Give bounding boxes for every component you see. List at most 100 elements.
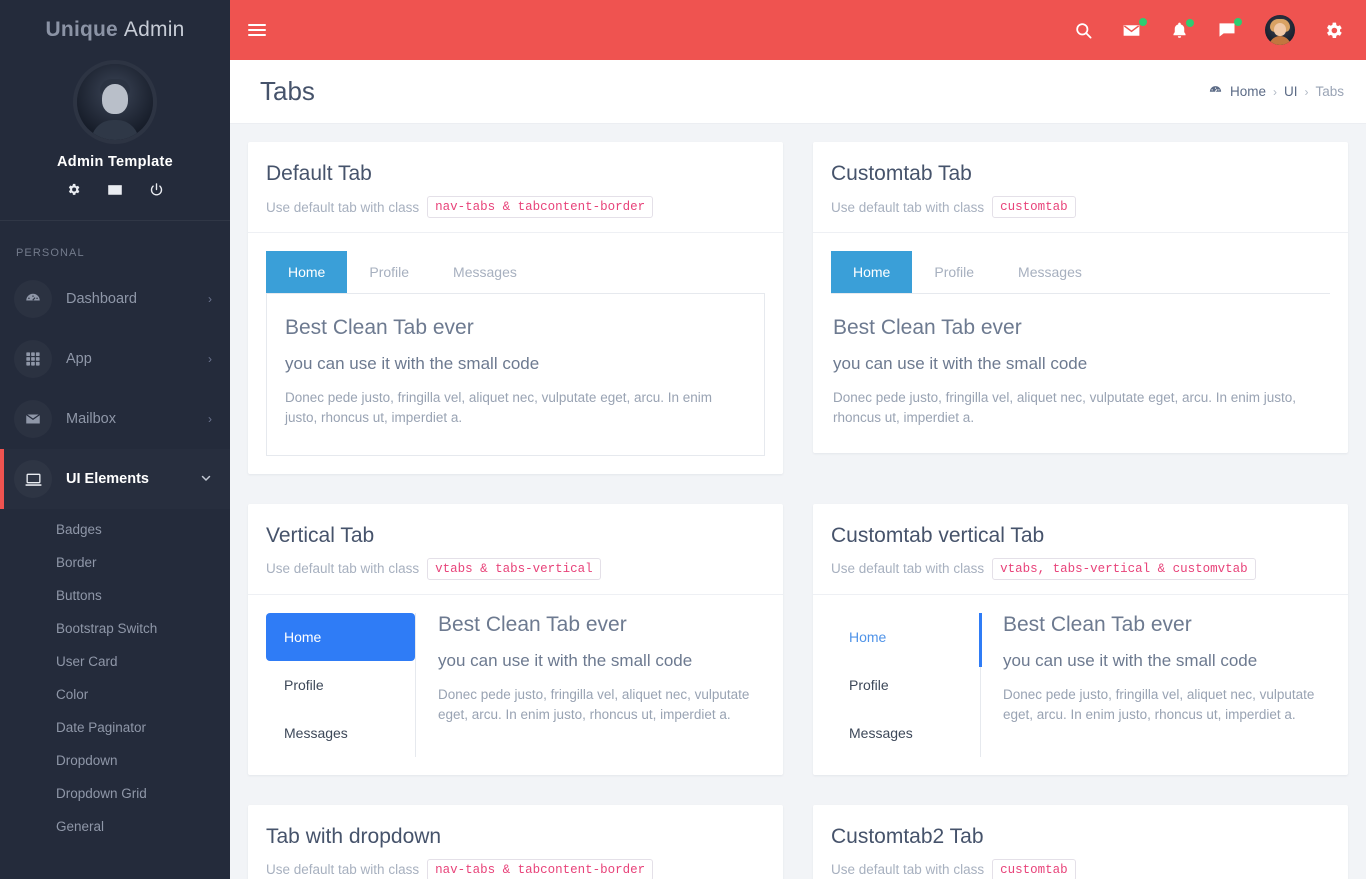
card-title: Customtab Tab bbox=[831, 162, 972, 185]
brand-logo[interactable]: Unique Admin bbox=[0, 0, 230, 60]
sidebar-subitem-dropdown[interactable]: Dropdown bbox=[0, 744, 230, 777]
main-area: Tabs Home › UI › Tabs Default Tab Use de… bbox=[230, 0, 1366, 879]
breadcrumb-separator: › bbox=[1304, 84, 1309, 99]
tab-panel: Best Clean Tab ever you can use it with … bbox=[266, 293, 765, 456]
power-icon[interactable] bbox=[149, 182, 164, 198]
tab-profile[interactable]: Profile bbox=[347, 251, 431, 293]
hamburger-menu-icon[interactable] bbox=[248, 21, 266, 39]
code-badge: customtab bbox=[992, 196, 1076, 218]
card-subtitle: Use default tab with class nav-tabs & ta… bbox=[266, 858, 765, 879]
tab-home[interactable]: Home bbox=[266, 251, 348, 293]
tab-profile[interactable]: Profile bbox=[266, 661, 415, 709]
subtitle-text: Use default tab with class bbox=[831, 561, 985, 576]
tab-messages[interactable]: Messages bbox=[996, 251, 1104, 293]
panel-subheading: you can use it with the small code bbox=[285, 354, 540, 373]
avatar[interactable] bbox=[77, 64, 153, 140]
chevron-right-icon: › bbox=[208, 352, 212, 366]
tab-home[interactable]: Home bbox=[831, 251, 913, 293]
code-badge: nav-tabs & tabcontent-border bbox=[427, 196, 654, 218]
card-customtab: Customtab Tab Use default tab with class… bbox=[813, 142, 1348, 453]
breadcrumb-ui[interactable]: UI bbox=[1284, 84, 1298, 99]
panel-heading: Best Clean Tab ever bbox=[833, 316, 1022, 339]
tab-messages[interactable]: Messages bbox=[431, 251, 539, 293]
avatar[interactable] bbox=[1265, 15, 1295, 45]
profile-actions bbox=[0, 182, 230, 198]
sidebar-subitem-date-paginator[interactable]: Date Paginator bbox=[0, 711, 230, 744]
tab-profile[interactable]: Profile bbox=[831, 661, 980, 709]
card-tab-with-dropdown: Tab with dropdown Use default tab with c… bbox=[248, 804, 783, 879]
sidebar-item-label: Mailbox bbox=[66, 411, 116, 427]
column-left: Default Tab Use default tab with class n… bbox=[248, 142, 783, 474]
topbar-actions bbox=[1074, 15, 1344, 45]
sidebar-subitem-user-card[interactable]: User Card bbox=[0, 645, 230, 678]
tab-list: Home Profile Messages bbox=[831, 251, 1330, 294]
envelope-icon[interactable] bbox=[107, 182, 123, 198]
topbar bbox=[230, 0, 1366, 60]
grid-icon bbox=[14, 340, 52, 378]
code-badge: customtab bbox=[992, 858, 1076, 879]
panel-paragraph: Donec pede justo, fringilla vel, aliquet… bbox=[285, 390, 713, 426]
card-body: Home Profile Messages Best Clean Tab eve… bbox=[813, 595, 1348, 775]
breadcrumb-home[interactable]: Home bbox=[1230, 84, 1266, 99]
envelope-icon bbox=[14, 400, 52, 438]
card-customtab2: Customtab2 Tab Use default tab with clas… bbox=[813, 804, 1348, 879]
tab-messages[interactable]: Messages bbox=[266, 709, 415, 757]
sidebar-subitem-bootstrap-switch[interactable]: Bootstrap Switch bbox=[0, 612, 230, 645]
card-customtab-vertical: Customtab vertical Tab Use default tab w… bbox=[813, 503, 1348, 775]
sidebar: Unique Admin Admin Template PERSONAL Das… bbox=[0, 0, 230, 879]
gear-icon[interactable] bbox=[1323, 20, 1344, 41]
tab-panel: Best Clean Tab ever you can use it with … bbox=[831, 294, 1330, 435]
card-header: Default Tab Use default tab with class n… bbox=[248, 142, 783, 233]
profile-name: Admin Template bbox=[57, 154, 173, 170]
sidebar-subitem-border[interactable]: Border bbox=[0, 546, 230, 579]
card-subtitle: Use default tab with class nav-tabs & ta… bbox=[266, 196, 765, 218]
notification-dot bbox=[1186, 18, 1194, 27]
active-tab-indicator bbox=[979, 612, 982, 667]
app-root: Unique Admin Admin Template PERSONAL Das… bbox=[0, 0, 1366, 879]
sidebar-item-dashboard[interactable]: Dashboard › bbox=[0, 269, 230, 329]
envelope-icon[interactable] bbox=[1121, 17, 1147, 41]
chat-icon[interactable] bbox=[1217, 18, 1242, 40]
content-area: Default Tab Use default tab with class n… bbox=[230, 124, 1366, 879]
subtitle-text: Use default tab with class bbox=[266, 561, 420, 576]
card-header: Customtab2 Tab Use default tab with clas… bbox=[813, 805, 1348, 879]
tab-profile[interactable]: Profile bbox=[912, 251, 996, 293]
sidebar-item-app[interactable]: App › bbox=[0, 329, 230, 389]
sidebar-subitem-badges[interactable]: Badges bbox=[0, 513, 230, 546]
card-row-3: Tab with dropdown Use default tab with c… bbox=[248, 804, 1348, 879]
card-title: Default Tab bbox=[266, 162, 372, 185]
tab-panel: Best Clean Tab ever you can use it with … bbox=[981, 613, 1330, 757]
tab-home[interactable]: Home bbox=[266, 612, 415, 661]
sidebar-submenu: Badges Border Buttons Bootstrap Switch U… bbox=[0, 509, 230, 863]
subtitle-text: Use default tab with class bbox=[266, 862, 420, 877]
sidebar-item-label: App bbox=[66, 351, 92, 367]
page-title: Tabs bbox=[260, 76, 315, 106]
sidebar-subitem-color[interactable]: Color bbox=[0, 678, 230, 711]
page-header: Tabs Home › UI › Tabs bbox=[230, 60, 1366, 124]
tab-messages[interactable]: Messages bbox=[831, 709, 980, 757]
sidebar-item-mailbox[interactable]: Mailbox › bbox=[0, 389, 230, 449]
search-icon[interactable] bbox=[1074, 21, 1093, 40]
card-default-tab: Default Tab Use default tab with class n… bbox=[248, 142, 783, 474]
panel-paragraph: Donec pede justo, fringilla vel, aliquet… bbox=[438, 686, 750, 722]
card-header: Tab with dropdown Use default tab with c… bbox=[248, 805, 783, 879]
notification-dot bbox=[1234, 18, 1242, 26]
card-title: Vertical Tab bbox=[266, 523, 375, 547]
chevron-right-icon: › bbox=[208, 292, 212, 306]
tab-list: Home Profile Messages bbox=[266, 251, 765, 293]
panel-subheading: you can use it with the small code bbox=[438, 650, 693, 670]
vertical-tab-wrapper: Home Profile Messages Best Clean Tab eve… bbox=[266, 612, 765, 757]
card-header: Vertical Tab Use default tab with class … bbox=[248, 504, 783, 595]
tab-home[interactable]: Home bbox=[831, 613, 980, 661]
bell-icon[interactable] bbox=[1170, 18, 1194, 40]
gear-icon[interactable] bbox=[66, 182, 81, 198]
card-subtitle: Use default tab with class vtabs, tabs-v… bbox=[831, 557, 1330, 580]
panel-heading: Best Clean Tab ever bbox=[285, 316, 474, 339]
sidebar-profile: Admin Template bbox=[0, 60, 230, 220]
column-right: Customtab2 Tab Use default tab with clas… bbox=[813, 804, 1348, 879]
sidebar-subitem-buttons[interactable]: Buttons bbox=[0, 579, 230, 612]
panel-heading: Best Clean Tab ever bbox=[438, 612, 627, 636]
sidebar-subitem-general[interactable]: General bbox=[0, 810, 230, 843]
sidebar-subitem-dropdown-grid[interactable]: Dropdown Grid bbox=[0, 777, 230, 810]
sidebar-item-ui-elements[interactable]: UI Elements bbox=[0, 449, 230, 509]
